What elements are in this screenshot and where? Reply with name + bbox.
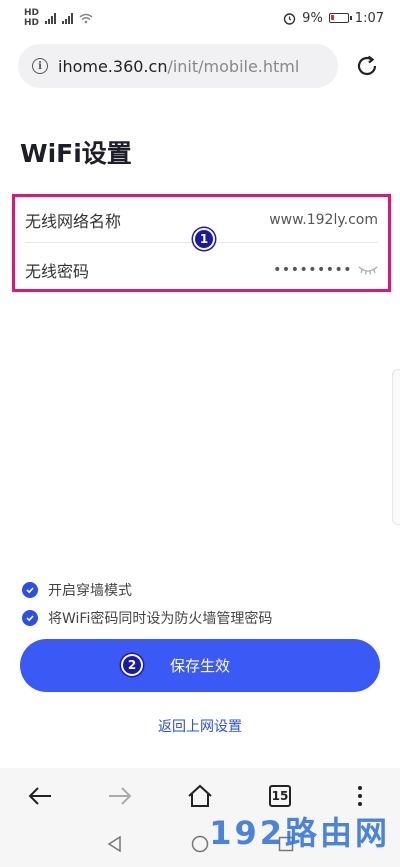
- address-bar-row: i ihome.360.cn/init/mobile.html: [18, 44, 382, 88]
- signal-icon: [62, 12, 74, 24]
- eye-closed-icon[interactable]: [358, 265, 378, 275]
- checkbox-checked-icon[interactable]: [22, 610, 38, 626]
- option-wall-penetration[interactable]: 开启穿墙模式: [22, 580, 132, 600]
- info-icon[interactable]: i: [32, 58, 48, 74]
- forward-arrow-icon[interactable]: [100, 776, 140, 816]
- password-field[interactable]: •••••••••: [273, 262, 378, 278]
- ssid-value[interactable]: www.192ly.com: [269, 212, 378, 228]
- side-edge-handle[interactable]: [392, 369, 400, 525]
- step-badge-2: 2: [121, 654, 143, 676]
- status-bar: HD HD 9% 1:07: [0, 0, 400, 36]
- system-home-icon[interactable]: [190, 834, 210, 854]
- status-left-icons: HD HD: [24, 8, 93, 28]
- battery-percent: 9%: [302, 10, 323, 26]
- hd-icon: HD HD: [24, 8, 40, 28]
- alarm-icon: [283, 12, 296, 25]
- url-host: ihome.360.cn: [58, 56, 168, 76]
- address-bar[interactable]: i ihome.360.cn/init/mobile.html: [18, 44, 338, 88]
- url-path: /init/mobile.html: [167, 56, 300, 76]
- back-to-internet-settings-link[interactable]: 返回上网设置: [0, 716, 400, 736]
- save-button[interactable]: 保存生效: [20, 639, 380, 692]
- battery-icon: [328, 13, 352, 23]
- watermark-logo: 192路由网: [209, 814, 390, 852]
- system-back-icon[interactable]: [104, 834, 124, 854]
- password-label: 无线密码: [25, 262, 90, 281]
- reload-icon[interactable]: [354, 53, 380, 79]
- tabs-count: 15: [269, 785, 291, 807]
- password-value: •••••••••: [273, 262, 352, 278]
- status-right: 9% 1:07: [283, 11, 384, 26]
- page-title: WiFi设置: [20, 139, 132, 168]
- option-same-firewall-password-label: 将WiFi密码同时设为防火墙管理密码: [48, 611, 273, 627]
- checkbox-checked-icon[interactable]: [22, 582, 38, 598]
- ssid-label: 无线网络名称: [25, 211, 122, 231]
- clock: 1:07: [354, 10, 384, 26]
- step-badge-1: 1: [193, 228, 215, 250]
- signal-4g-icon: [45, 12, 57, 24]
- option-same-firewall-password[interactable]: 将WiFi密码同时设为防火墙管理密码: [22, 608, 272, 628]
- back-arrow-icon[interactable]: [20, 776, 60, 816]
- wifi-icon: [79, 13, 93, 23]
- option-wall-penetration-label: 开启穿墙模式: [48, 583, 132, 599]
- password-row[interactable]: 无线密码 •••••••••: [25, 247, 378, 293]
